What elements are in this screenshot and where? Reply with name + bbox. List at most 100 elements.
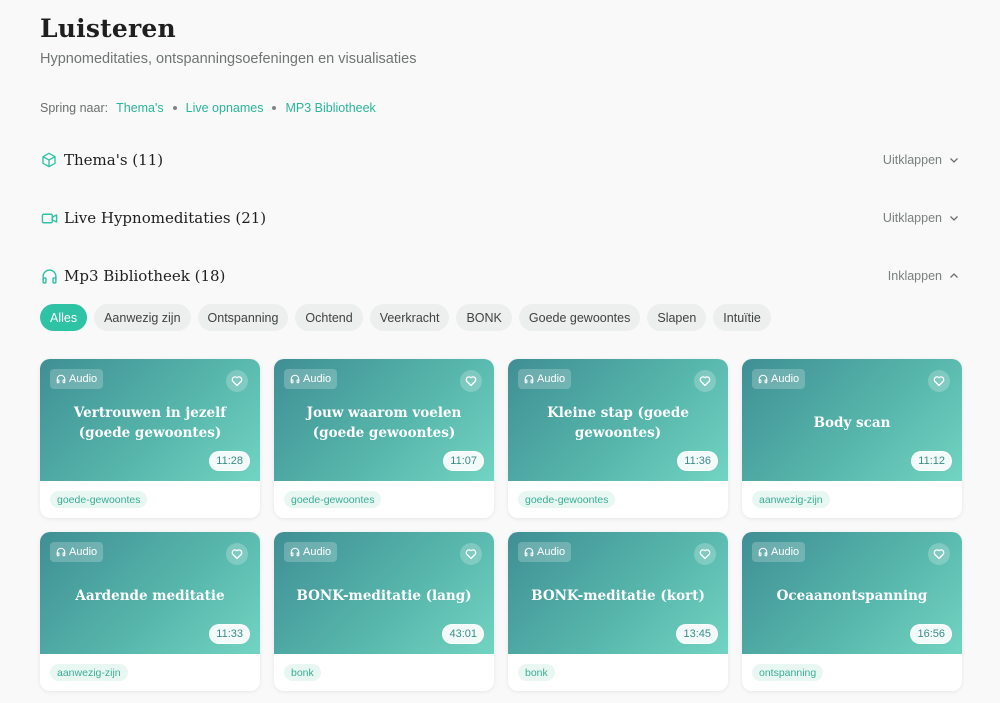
filter-chip-ontspanning[interactable]: Ontspanning [197,304,289,331]
headphones-icon [56,374,66,384]
chevron-up-icon [950,273,958,278]
audio-card[interactable]: Audio Vertrouwen in jezelf (goede gewoon… [40,359,260,518]
filter-chip-aanwezig-zijn[interactable]: Aanwezig zijn [94,304,191,331]
headphones-icon [758,547,768,557]
card-cover: Audio BONK-meditatie (lang) 43:01 [274,532,494,654]
expand-toggle-themes[interactable]: Uitklappen [883,153,960,167]
toggle-label: Uitklappen [882,211,942,225]
audio-card[interactable]: Audio BONK-meditatie (kort) 13:45 bonk [508,532,728,691]
card-tag: goede-gewoontes [518,491,616,508]
section-title: Live Hypnomeditaties (21) [64,209,267,227]
card-title: BONK-meditatie (kort) [531,588,705,604]
badge-label: Audio [771,546,800,558]
toggle-label: Inklappen [887,269,942,283]
audio-badge: Audio [518,369,572,389]
audio-card[interactable]: Audio Kleine stap (goede gewoontes) 11:3… [508,359,728,518]
duration-label: 43:01 [442,624,484,644]
card-title: Body scan [813,415,891,431]
filter-chip-slapen[interactable]: Slapen [647,304,707,331]
badge-label: Audio [537,373,566,385]
audio-grid: Audio Vertrouwen in jezelf (goede gewoon… [40,359,962,691]
card-title: BONK-meditatie (lang) [296,588,472,604]
jump-link-themes[interactable]: Thema's [116,101,164,115]
jump-link-mp3[interactable]: MP3 Bibliotheek [285,101,375,115]
headphones-icon [524,374,534,384]
card-footer: goede-gewoontes [274,481,494,518]
headphones-icon [40,267,58,285]
audio-badge: Audio [50,542,104,562]
heart-icon [231,376,243,387]
audio-card[interactable]: Audio Oceaanontspanning 16:56 ontspannin… [742,532,962,691]
filter-chip-veerkracht[interactable]: Veerkracht [369,304,450,331]
card-tag: aanwezig-zijn [50,664,128,681]
separator-dot [272,106,277,110]
section-title: Mp3 Bibliotheek (18) [64,267,226,285]
card-footer: goede-gewoontes [40,481,260,518]
filter-chip-ochtend[interactable]: Ochtend [295,304,363,331]
heart-icon [933,549,945,560]
card-tag: bonk [284,664,321,681]
card-tag: bonk [518,664,555,681]
badge-label: Audio [69,373,98,385]
section-live[interactable]: Live Hypnomeditaties (21) Uitklappen [40,208,960,228]
card-cover: Audio Kleine stap (goede gewoontes) 11:3… [508,359,728,481]
heart-icon [933,376,945,387]
jump-link-live[interactable]: Live opnames [186,101,264,115]
toggle-label: Uitklappen [882,153,942,167]
duration-label: 16:56 [910,624,952,644]
card-title: Vertrouwen in jezelf (goede gewoontes) [73,405,227,441]
audio-badge: Audio [752,542,806,562]
headphones-icon [524,547,534,557]
heart-icon [465,549,477,560]
headphones-icon [290,374,300,384]
card-cover: Audio Oceaanontspanning 16:56 [742,532,962,654]
heart-icon [231,549,243,560]
heart-icon [699,376,711,387]
section-title: Thema's (11) [64,151,164,169]
badge-label: Audio [537,546,566,558]
audio-card[interactable]: Audio BONK-meditatie (lang) 43:01 bonk [274,532,494,691]
expand-toggle-live[interactable]: Uitklappen [883,211,960,225]
badge-label: Audio [771,373,800,385]
audio-badge: Audio [50,369,104,389]
collapse-toggle-mp3[interactable]: Inklappen [888,269,960,283]
audio-badge: Audio [518,542,572,562]
card-cover: Audio BONK-meditatie (kort) 13:45 [508,532,728,654]
filter-chip-alles[interactable]: Alles [40,304,88,331]
chevron-down-icon [950,216,958,221]
page-title: Luisteren [40,14,176,43]
page: Luisteren Hypnomeditaties, ontspanningso… [0,0,1000,691]
filter-chip-goede-gewoontes[interactable]: Goede gewoontes [518,304,641,331]
card-footer: aanwezig-zijn [40,654,260,691]
duration-label: 11:33 [209,624,250,644]
headphones-icon [290,547,300,557]
video-icon [40,209,58,227]
badge-label: Audio [69,546,98,558]
audio-card[interactable]: Audio Jouw waarom voelen (goede gewoonte… [274,359,494,518]
heart-icon [465,376,477,387]
filter-chip-intuitie[interactable]: Intuïtie [713,304,771,331]
audio-card[interactable]: Audio Body scan 11:12 aanwezig-zijn [742,359,962,518]
audio-badge: Audio [284,542,338,562]
card-cover: Audio Aardende meditatie 11:33 [40,532,260,654]
duration-label: 11:07 [443,451,484,471]
card-title: Kleine stap (goede gewoontes) [547,405,689,441]
card-cover: Audio Body scan 11:12 [742,359,962,481]
section-mp3[interactable]: Mp3 Bibliotheek (18) Inklappen [40,266,960,286]
jump-label: Spring naar: [40,101,109,115]
chevron-down-icon [950,158,958,163]
page-subtitle: Hypnomeditaties, ontspanningsoefeningen … [40,51,417,67]
badge-label: Audio [303,373,332,385]
audio-card[interactable]: Audio Aardende meditatie 11:33 aanwezig-… [40,532,260,691]
filter-chip-bonk[interactable]: BONK [456,304,512,331]
card-footer: goede-gewoontes [508,481,728,518]
headphones-icon [56,547,66,557]
card-tag: goede-gewoontes [284,491,382,508]
duration-label: 11:36 [677,451,718,471]
card-footer: bonk [508,654,728,691]
duration-label: 11:28 [209,451,250,471]
badge-label: Audio [303,546,332,558]
card-footer: bonk [274,654,494,691]
section-themes[interactable]: Thema's (11) Uitklappen [40,150,960,170]
card-cover: Audio Jouw waarom voelen (goede gewoonte… [274,359,494,481]
